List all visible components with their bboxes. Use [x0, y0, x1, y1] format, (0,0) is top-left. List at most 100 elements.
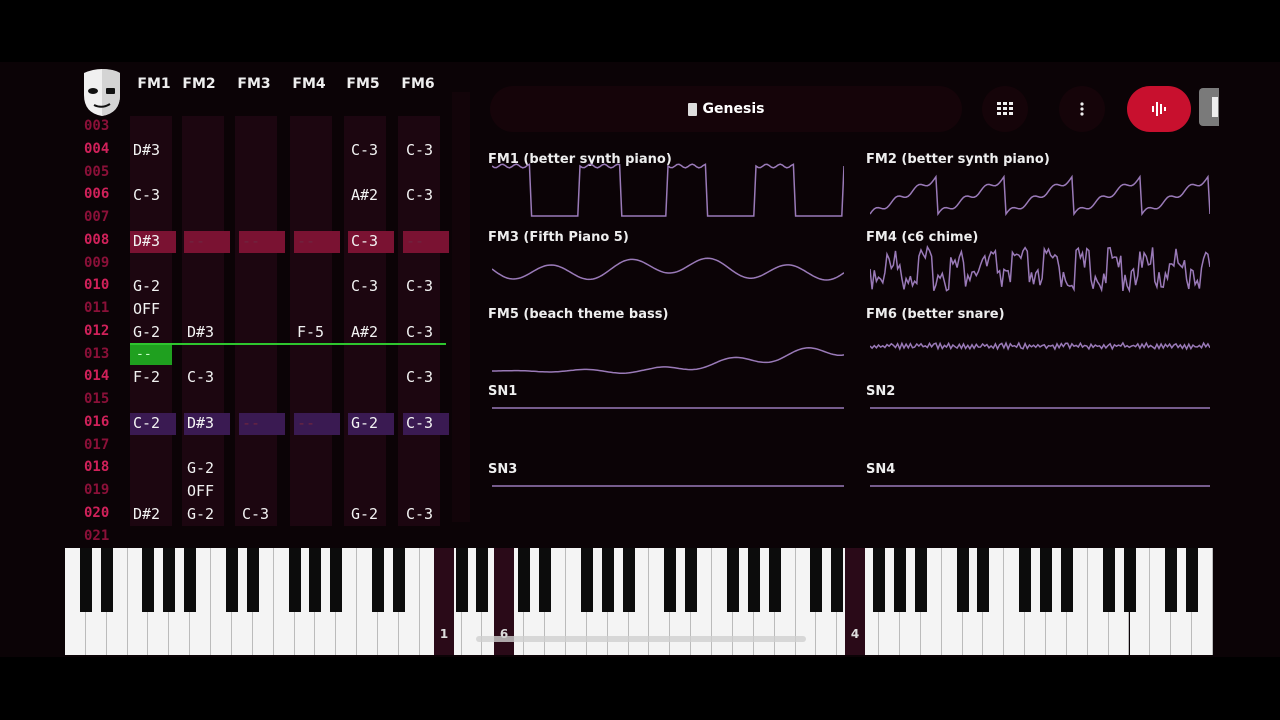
song-title-bar[interactable]: Genesis [490, 86, 962, 132]
channel-header-fm6[interactable]: FM6 [392, 76, 444, 92]
black-key[interactable] [747, 548, 760, 612]
black-key[interactable] [685, 548, 698, 612]
note-cell[interactable]: C-3 [406, 186, 452, 204]
note-cell[interactable]: F-5 [297, 323, 343, 341]
note-cell[interactable]: -- [187, 232, 233, 250]
black-key[interactable] [1186, 548, 1199, 612]
black-key[interactable] [184, 548, 197, 612]
channel-column-fm6[interactable] [398, 116, 440, 526]
note-cell[interactable]: C-2 [133, 414, 179, 432]
note-cell[interactable]: C-3 [406, 277, 452, 295]
black-key[interactable] [225, 548, 238, 612]
note-cell[interactable]: G-2 [187, 505, 233, 523]
channel-column-fm4[interactable] [290, 116, 332, 526]
pattern-scrollbar[interactable] [452, 92, 470, 522]
black-key[interactable] [100, 548, 113, 612]
row-number[interactable]: 011 [84, 300, 118, 316]
note-cell[interactable]: -- [297, 232, 343, 250]
black-key[interactable] [518, 548, 531, 612]
note-cell[interactable]: C-3 [406, 141, 452, 159]
row-number[interactable]: 003 [84, 118, 118, 134]
row-number[interactable]: 016 [84, 414, 118, 430]
note-cell[interactable]: OFF [133, 300, 179, 318]
side-panel-handle[interactable] [1199, 88, 1219, 126]
black-key[interactable] [1040, 548, 1053, 612]
black-key[interactable] [622, 548, 635, 612]
note-cell[interactable]: D#3 [187, 323, 233, 341]
more-menu-button[interactable] [1059, 86, 1105, 132]
black-key[interactable] [476, 548, 489, 612]
row-number[interactable]: 015 [84, 391, 118, 407]
black-key[interactable] [831, 548, 844, 612]
black-key[interactable] [873, 548, 886, 612]
row-number[interactable]: 012 [84, 323, 118, 339]
oscilloscope-toggle-button[interactable] [1127, 86, 1191, 132]
channel-header-fm3[interactable]: FM3 [228, 76, 280, 92]
note-cell[interactable]: D#3 [133, 232, 179, 250]
black-key[interactable] [1102, 548, 1115, 612]
channel-column-fm3[interactable] [235, 116, 277, 526]
black-key[interactable] [142, 548, 155, 612]
note-cell[interactable]: C-3 [242, 505, 288, 523]
note-cell[interactable]: C-3 [406, 323, 452, 341]
row-number[interactable]: 014 [84, 368, 118, 384]
black-key[interactable] [1019, 548, 1032, 612]
note-cell[interactable]: C-3 [133, 186, 179, 204]
black-key[interactable] [330, 548, 343, 612]
black-key[interactable] [768, 548, 781, 612]
channel-header-fm2[interactable]: FM2 [173, 76, 225, 92]
note-cell[interactable]: -- [297, 414, 343, 432]
octave-marker[interactable]: 4 [845, 548, 865, 655]
note-cell[interactable]: OFF [187, 482, 233, 500]
note-cell[interactable]: A#2 [351, 323, 397, 341]
row-number[interactable]: 010 [84, 277, 118, 293]
note-cell[interactable]: F-2 [133, 368, 179, 386]
black-key[interactable] [893, 548, 906, 612]
row-number[interactable]: 020 [84, 505, 118, 521]
row-number[interactable]: 008 [84, 232, 118, 248]
row-number[interactable]: 018 [84, 459, 118, 475]
note-cell[interactable]: C-3 [351, 141, 397, 159]
note-cell[interactable]: -- [242, 232, 288, 250]
note-cell[interactable]: C-3 [406, 414, 452, 432]
black-key[interactable] [372, 548, 385, 612]
row-number[interactable]: 017 [84, 437, 118, 453]
black-key[interactable] [726, 548, 739, 612]
channel-column-fm1[interactable] [130, 116, 172, 526]
note-cell[interactable]: G-2 [133, 323, 179, 341]
channel-header-fm5[interactable]: FM5 [337, 76, 389, 92]
row-number[interactable]: 005 [84, 164, 118, 180]
note-cell[interactable]: A#2 [351, 186, 397, 204]
row-number[interactable]: 006 [84, 186, 118, 202]
grid-button[interactable] [982, 86, 1028, 132]
row-number[interactable]: 004 [84, 141, 118, 157]
black-key[interactable] [601, 548, 614, 612]
note-cell[interactable]: C-3 [406, 505, 452, 523]
note-cell[interactable]: G-2 [351, 414, 397, 432]
row-number[interactable]: 019 [84, 482, 118, 498]
edit-cursor-cell[interactable]: -- [130, 344, 172, 365]
black-key[interactable] [79, 548, 92, 612]
keyboard-scrollbar[interactable] [476, 636, 806, 642]
black-key[interactable] [810, 548, 823, 612]
note-cell[interactable]: D#2 [133, 505, 179, 523]
row-number[interactable]: 009 [84, 255, 118, 271]
row-number[interactable]: 021 [84, 528, 118, 544]
black-key[interactable] [1123, 548, 1136, 612]
channel-header-fm4[interactable]: FM4 [283, 76, 335, 92]
note-cell[interactable]: G-2 [351, 505, 397, 523]
black-key[interactable] [1060, 548, 1073, 612]
mask-logo-icon[interactable] [80, 67, 124, 117]
black-key[interactable] [580, 548, 593, 612]
black-key[interactable] [163, 548, 176, 612]
note-cell[interactable]: G-2 [187, 459, 233, 477]
row-number[interactable]: 013 [84, 346, 118, 362]
black-key[interactable] [288, 548, 301, 612]
black-key[interactable] [392, 548, 405, 612]
octave-marker[interactable]: 1 [434, 548, 454, 655]
note-cell[interactable]: C-3 [406, 368, 452, 386]
note-cell[interactable]: -- [242, 414, 288, 432]
note-cell[interactable]: C-3 [351, 232, 397, 250]
note-cell[interactable]: G-2 [133, 277, 179, 295]
note-cell[interactable]: C-3 [187, 368, 233, 386]
